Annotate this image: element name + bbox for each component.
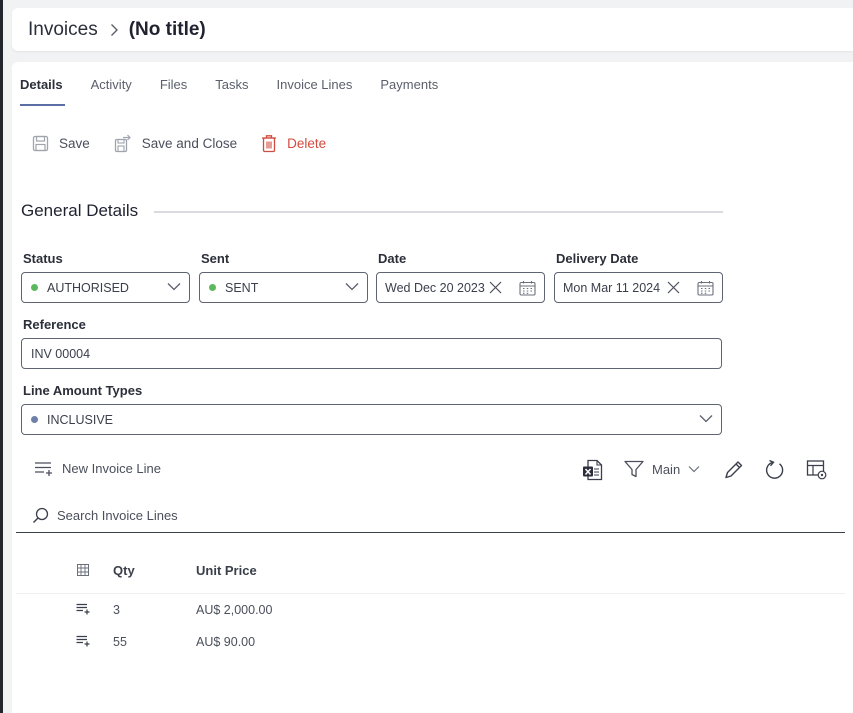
- chevron-down-icon: [345, 283, 359, 291]
- delete-label: Delete: [287, 135, 327, 151]
- section-title: General Details: [21, 201, 139, 220]
- search-invoice-lines-input[interactable]: Search Invoice Lines: [32, 507, 178, 524]
- line-amount-types-select[interactable]: INCLUSIVE: [21, 404, 722, 435]
- tab-files[interactable]: Files: [160, 76, 187, 106]
- chevron-down-icon: [699, 415, 713, 423]
- section-divider: [154, 211, 723, 213]
- view-selector-label: Main: [652, 461, 681, 477]
- delivery-date-picker[interactable]: Mon Mar 11 2024: [554, 272, 723, 303]
- status-select[interactable]: AUTHORISED: [21, 272, 190, 303]
- row-menu-icon[interactable]: [76, 603, 90, 615]
- save-button[interactable]: Save: [32, 135, 90, 152]
- reference-label: Reference: [23, 317, 86, 332]
- search-icon: [33, 507, 49, 523]
- row-menu-icon[interactable]: [76, 635, 90, 647]
- window-edge: [0, 0, 3, 713]
- header-divider: [16, 593, 845, 594]
- view-selector[interactable]: Main: [624, 460, 700, 478]
- line-amount-types-value: INCLUSIVE: [47, 412, 113, 427]
- breadcrumb: Invoices (No title): [12, 8, 853, 51]
- chevron-right-icon: [110, 23, 119, 37]
- reference-input[interactable]: INV 00004: [21, 338, 722, 369]
- save-and-close-button[interactable]: Save and Close: [114, 134, 237, 153]
- tab-bar: Details Activity Files Tasks Invoice Lin…: [20, 76, 466, 106]
- trash-icon: [262, 134, 277, 152]
- save-icon: [32, 135, 49, 151]
- save-and-close-label: Save and Close: [141, 135, 238, 151]
- delivery-date-label: Delivery Date: [556, 251, 639, 266]
- column-header-unit-price[interactable]: Unit Price: [196, 563, 257, 578]
- general-details-section: General Details: [21, 201, 723, 221]
- unit-price-cell: AU$ 90.00: [196, 635, 256, 649]
- table-settings-icon[interactable]: [806, 459, 828, 481]
- date-value: Wed Dec 20 2023: [385, 280, 485, 295]
- qty-cell: 55: [113, 635, 127, 649]
- new-invoice-line-button[interactable]: New Invoice Line: [34, 460, 161, 477]
- save-label: Save: [59, 135, 90, 151]
- calendar-icon[interactable]: [697, 280, 714, 296]
- grid-icon[interactable]: [77, 564, 89, 576]
- column-header-qty[interactable]: Qty: [113, 563, 135, 578]
- line-amount-types-label: Line Amount Types: [23, 383, 143, 398]
- delivery-date-value: Mon Mar 11 2024: [563, 280, 661, 295]
- status-value: AUTHORISED: [47, 280, 129, 295]
- unit-price-cell: AU$ 2,000.00: [196, 603, 273, 617]
- sent-label: Sent: [201, 251, 230, 266]
- clear-icon[interactable]: [489, 281, 502, 294]
- clear-icon[interactable]: [667, 281, 680, 294]
- excel-icon[interactable]: [582, 459, 603, 481]
- sent-select[interactable]: SENT: [199, 272, 368, 303]
- sent-dot: [209, 284, 216, 291]
- save-close-icon: [114, 134, 131, 152]
- tab-activity[interactable]: Activity: [91, 76, 132, 106]
- tab-tasks[interactable]: Tasks: [215, 76, 248, 106]
- tab-payments[interactable]: Payments: [380, 76, 438, 106]
- search-placeholder: Search Invoice Lines: [57, 508, 178, 523]
- form-toolbar: Save Save and Close Delete: [32, 132, 350, 154]
- date-picker[interactable]: Wed Dec 20 2023: [376, 272, 545, 303]
- pencil-icon[interactable]: [723, 459, 744, 481]
- status-dot: [31, 284, 38, 291]
- qty-cell: 3: [113, 603, 120, 617]
- page-title: (No title): [128, 18, 206, 40]
- search-underline: [16, 532, 845, 533]
- tab-invoice-lines[interactable]: Invoice Lines: [277, 76, 353, 106]
- filter-icon: [624, 460, 644, 478]
- calendar-icon[interactable]: [519, 280, 536, 296]
- chevron-down-icon: [167, 283, 181, 291]
- delete-button[interactable]: Delete: [261, 134, 326, 153]
- line-amount-types-dot: [31, 416, 38, 423]
- tab-details[interactable]: Details: [20, 76, 65, 106]
- sent-value: SENT: [225, 280, 259, 295]
- add-list-icon: [35, 462, 52, 476]
- new-invoice-line-label: New Invoice Line: [62, 461, 161, 476]
- record-panel: Details Activity Files Tasks Invoice Lin…: [12, 62, 853, 713]
- date-label: Date: [378, 251, 407, 266]
- breadcrumb-invoices-link[interactable]: Invoices: [28, 19, 98, 41]
- refresh-icon[interactable]: [764, 459, 786, 481]
- reference-value: INV 00004: [31, 346, 91, 361]
- status-label: Status: [23, 251, 63, 266]
- chevron-down-icon: [688, 466, 700, 473]
